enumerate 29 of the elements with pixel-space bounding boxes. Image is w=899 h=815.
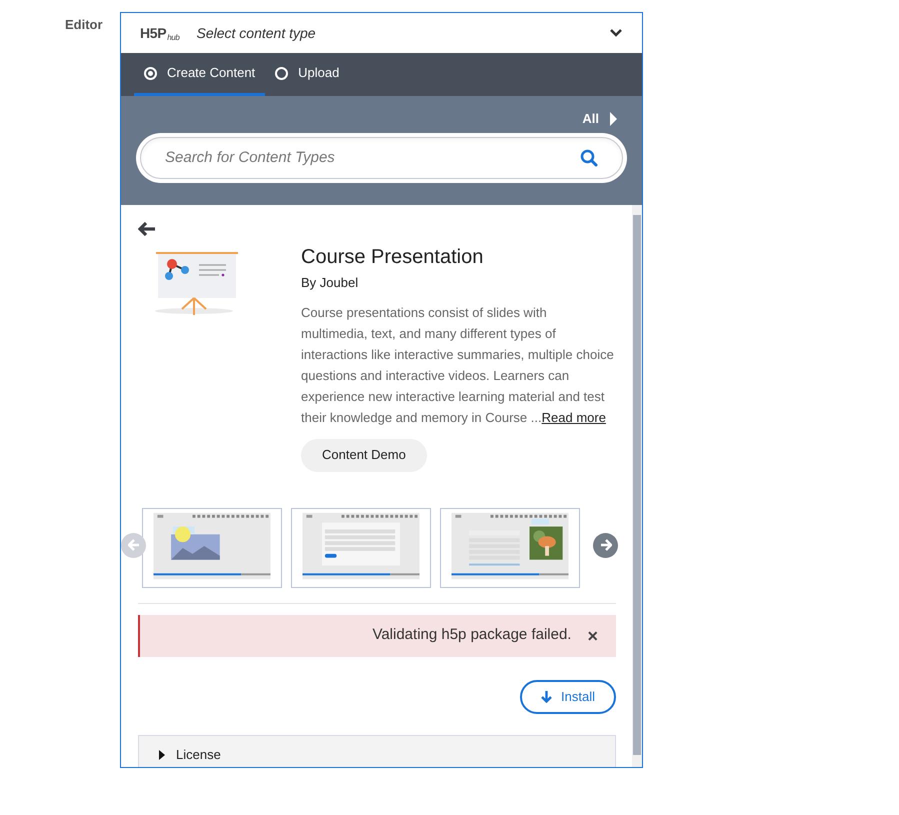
install-button[interactable]: Install bbox=[520, 680, 616, 714]
description: Course presentations consist of slides with multimedia, text, and many different types of interactions like interactive summaries, multiple choice questions and interactive videos. Learners can experience new interactive learning material and test their knowledge and memory in Course ...Read more bbox=[301, 304, 615, 427]
close-button[interactable]: × bbox=[587, 626, 598, 644]
field-label: Editor bbox=[65, 17, 103, 32]
content-demo-button[interactable]: Content Demo bbox=[301, 438, 427, 472]
radio-icon bbox=[144, 66, 157, 80]
next-slide-button[interactable] bbox=[593, 532, 618, 558]
back-arrow-icon[interactable] bbox=[138, 221, 156, 237]
tab[interactable]: Upload bbox=[265, 53, 350, 96]
license-label: License bbox=[176, 746, 221, 764]
hub-title: Select content type bbox=[196, 24, 317, 43]
read-more-link[interactable]: Read more bbox=[542, 410, 606, 424]
all-filter[interactable]: All bbox=[582, 108, 617, 128]
search-input[interactable]: Search for Content Types bbox=[165, 146, 580, 170]
slide-thumbnail[interactable] bbox=[142, 508, 282, 588]
arrow-left-icon bbox=[128, 539, 140, 551]
radio-icon bbox=[275, 66, 288, 80]
content-type-title: Course Presentation bbox=[301, 245, 484, 270]
author: By Joubel bbox=[301, 274, 360, 292]
arrow-right-icon bbox=[600, 539, 612, 551]
alert-message: Validating h5p package failed. bbox=[372, 625, 572, 646]
triangle-right-icon bbox=[609, 112, 617, 126]
license-accordion[interactable]: License bbox=[138, 734, 616, 767]
search-field[interactable]: Search for Content Types bbox=[140, 137, 623, 179]
scrollbar[interactable] bbox=[632, 205, 642, 767]
slide-thumbnail[interactable] bbox=[291, 508, 431, 588]
download-arrow-icon bbox=[541, 690, 552, 702]
search-icon[interactable] bbox=[580, 149, 598, 167]
slide-thumbnail[interactable] bbox=[440, 508, 580, 588]
